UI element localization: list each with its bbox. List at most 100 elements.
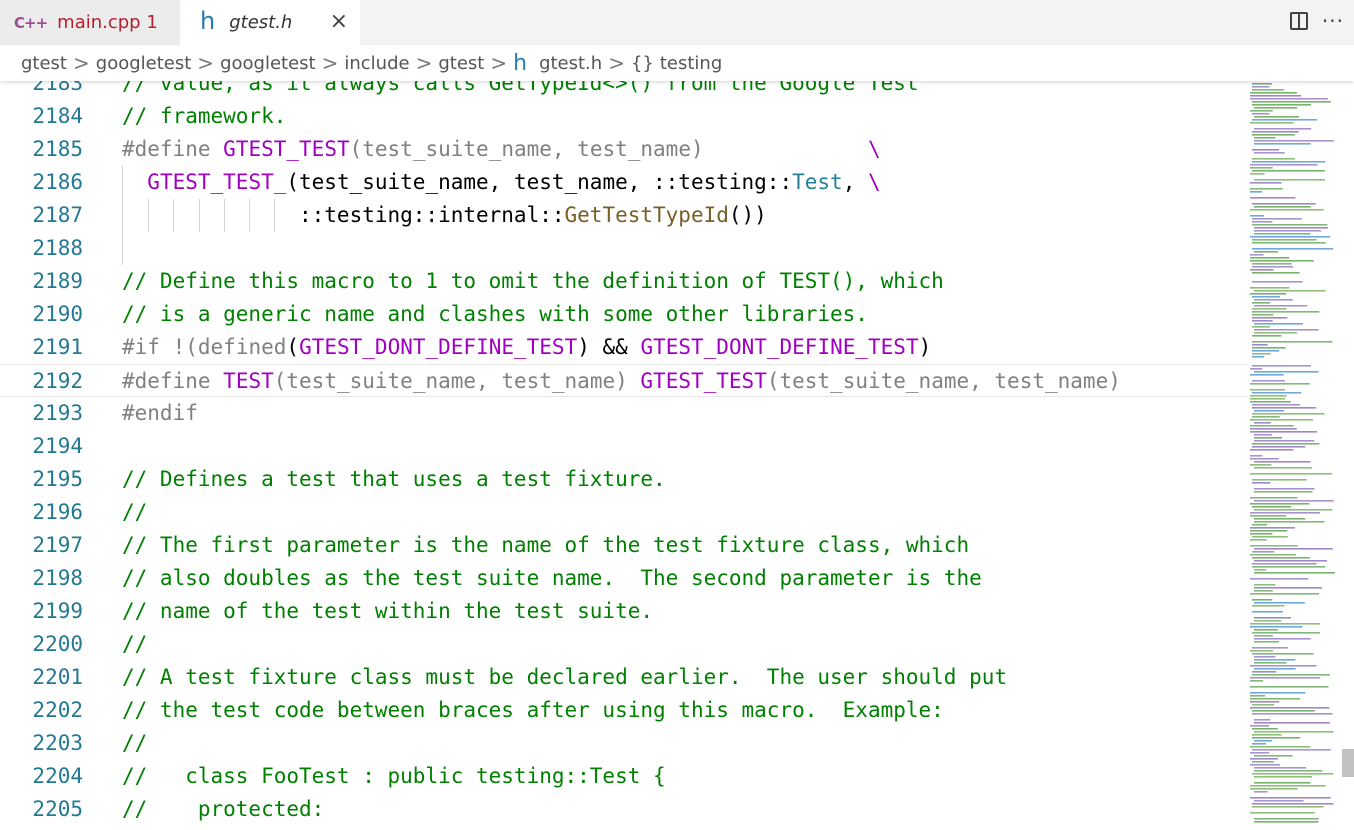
minimap-line <box>1254 569 1267 571</box>
minimap-line <box>1254 590 1273 592</box>
minimap-line <box>1250 428 1297 430</box>
minimap-line <box>1250 188 1283 190</box>
minimap-line <box>1254 818 1319 820</box>
minimap-line <box>1250 389 1285 391</box>
minimap-line <box>1252 365 1311 367</box>
minimap-line <box>1250 191 1263 193</box>
code-line[interactable]: 2199 // name of the test within the test … <box>0 595 1248 628</box>
code-line[interactable]: 2185 #define GTEST_TEST(test_suite_name, … <box>0 133 1248 166</box>
minimap-line <box>1252 671 1277 673</box>
code-line[interactable]: 2192 #define TEST(test_suite_name, test_n… <box>0 364 1248 397</box>
indent-guide <box>198 199 200 232</box>
code-text: // Define this macro to 1 to omit the de… <box>122 269 944 293</box>
line-number: 2196 <box>32 500 83 524</box>
code-line[interactable]: 2193 #endif <box>0 397 1248 430</box>
line-number: 2189 <box>32 269 83 293</box>
minimap-line <box>1252 356 1265 358</box>
minimap-line <box>1250 515 1287 517</box>
minimap-line <box>1254 776 1313 778</box>
code-line[interactable]: 2194 <box>0 430 1248 463</box>
minimap-line <box>1252 557 1310 559</box>
minimap-line <box>1250 425 1294 427</box>
minimap-line <box>1254 143 1311 145</box>
code-line[interactable]: 2205 // protected: <box>0 793 1248 826</box>
minimap-line <box>1254 638 1311 640</box>
minimap-line <box>1250 287 1290 289</box>
minimap-line <box>1250 98 1328 100</box>
minimap-line <box>1254 740 1273 742</box>
line-number: 2186 <box>32 170 83 194</box>
minimap-line <box>1254 617 1291 619</box>
minimap-line <box>1250 677 1321 679</box>
minimap-line <box>1252 149 1280 151</box>
minimap-line <box>1250 692 1306 694</box>
minimap-line <box>1250 215 1265 217</box>
line-number: 2205 <box>32 797 83 821</box>
minimap-line <box>1250 665 1317 667</box>
minimap-line <box>1250 257 1290 259</box>
minimap[interactable] <box>1248 81 1342 826</box>
code-line[interactable]: 2189 // Define this macro to 1 to omit th… <box>0 265 1248 298</box>
tab-bar: C++ main.cpp 1 h gtest.h × ··· <box>0 0 1354 45</box>
line-number: 2203 <box>32 731 83 755</box>
code-line[interactable]: 2200 // <box>0 628 1248 661</box>
scrollbar-thumb[interactable] <box>1342 749 1354 777</box>
breadcrumb-file[interactable]: gtest.h <box>539 53 602 74</box>
minimap-line <box>1250 593 1320 595</box>
minimap-line <box>1252 380 1285 382</box>
code-line[interactable]: 2186 GTEST_TEST_(test_suite_name, test_n… <box>0 166 1248 199</box>
breadcrumb-item[interactable]: googletest <box>96 53 192 74</box>
code-line[interactable]: 2196 // <box>0 496 1248 529</box>
breadcrumb-item[interactable]: include <box>344 53 409 74</box>
code-line[interactable]: 2203 // <box>0 727 1248 760</box>
breadcrumb-item[interactable]: googletest <box>220 53 316 74</box>
breadcrumb-symbol[interactable]: testing <box>660 53 722 74</box>
minimap-line <box>1252 674 1331 676</box>
minimap-line <box>1250 530 1288 532</box>
minimap-line <box>1250 725 1270 727</box>
code-text: // The first parameter is the name of th… <box>122 533 970 557</box>
code-text: ::testing::internal::GetTestTypeId()) <box>122 203 767 227</box>
split-editor-icon[interactable] <box>1289 12 1308 30</box>
minimap-line <box>1254 755 1293 757</box>
minimap-line <box>1250 797 1331 799</box>
minimap-line <box>1254 500 1334 502</box>
minimap-line <box>1254 206 1311 208</box>
minimap-line <box>1250 701 1280 703</box>
indent-guide <box>148 199 149 232</box>
code-text: // <box>122 500 148 524</box>
code-line[interactable]: 2197 // The first parameter is the name o… <box>0 529 1248 562</box>
tab-gtest-h[interactable]: h gtest.h × <box>180 0 360 45</box>
code-line[interactable]: 2184 // framework. <box>0 100 1248 133</box>
code-line[interactable]: 2201 // A test fixture class must be decl… <box>0 661 1248 694</box>
chevron-right-icon: > <box>73 51 90 75</box>
minimap-line <box>1252 248 1334 250</box>
breadcrumb-item[interactable]: gtest <box>438 53 484 74</box>
code-line[interactable]: 2198 // also doubles as the test suite na… <box>0 562 1248 595</box>
code-line[interactable]: 2204 // class FooTest : public testing::T… <box>0 760 1248 793</box>
code-line[interactable]: 2190 // is a generic name and clashes wit… <box>0 298 1248 331</box>
code-text: #define GTEST_TEST(test_suite_name, test… <box>122 137 881 161</box>
code-line[interactable]: 2188 <box>0 232 1248 265</box>
vertical-scrollbar[interactable] <box>1342 81 1354 826</box>
line-number: 2195 <box>32 467 83 491</box>
code-line[interactable]: 2202 // the test code between braces afte… <box>0 694 1248 727</box>
minimap-line <box>1254 116 1299 118</box>
code-editor[interactable]: 2183// value, as it always calls GetType… <box>0 76 1248 826</box>
cpp-file-icon: C++ <box>14 13 48 32</box>
minimap-line <box>1254 107 1298 109</box>
minimap-line <box>1250 419 1313 421</box>
minimap-line <box>1252 407 1316 409</box>
more-actions-icon[interactable]: ··· <box>1322 9 1344 33</box>
minimap-line <box>1252 551 1275 553</box>
line-number: 2204 <box>32 764 83 788</box>
code-line[interactable]: 2195 // Defines a test that uses a test f… <box>0 463 1248 496</box>
tab-main-cpp[interactable]: C++ main.cpp 1 <box>0 0 180 45</box>
tab-label: main.cpp 1 <box>57 12 158 33</box>
breadcrumb-item[interactable]: gtest <box>21 53 67 74</box>
code-line[interactable]: 2191 #if !(defined(GTEST_DONT_DEFINE_TEST… <box>0 331 1248 364</box>
code-line[interactable]: 2187 ::testing::internal::GetTestTypeId(… <box>0 199 1248 232</box>
close-icon[interactable]: × <box>330 9 348 34</box>
minimap-line <box>1254 620 1282 622</box>
minimap-line <box>1252 353 1271 355</box>
